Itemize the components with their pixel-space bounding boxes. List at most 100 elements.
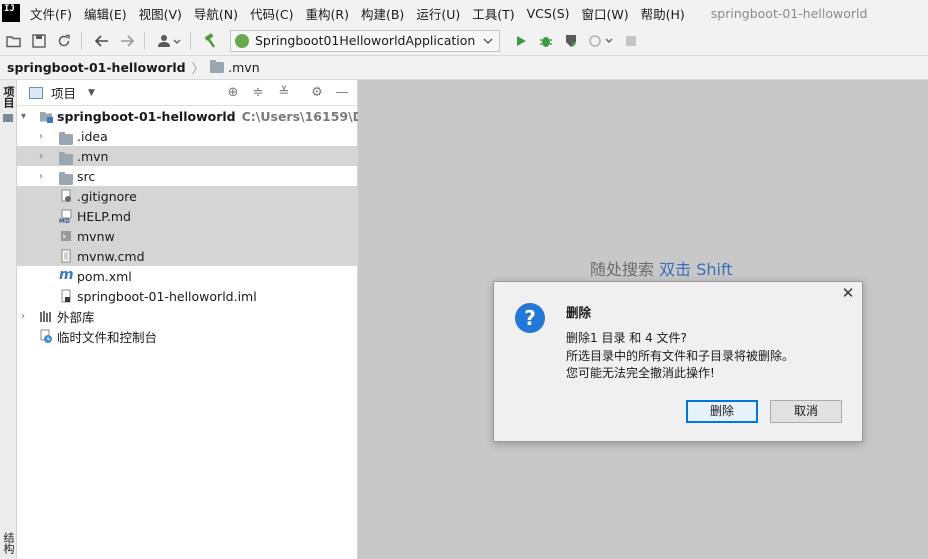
menu-tools[interactable]: 工具(T) [472,4,514,23]
project-tab-icon [3,114,13,122]
menu-file[interactable]: 文件(F) [30,4,72,23]
project-panel: 项目 ▼ ⊕ ≑ ≚ ⚙ — ▾ springboot-01-helloworl… [17,80,402,559]
menu-view[interactable]: 视图(V) [139,4,182,23]
folder-icon [59,169,73,185]
dialog-message-line-2: 所选目录中的所有文件和子目录将被删除。 [566,349,795,363]
minimize-icon[interactable]: — [334,85,350,101]
hint-text: 随处搜索 [590,260,655,279]
menu-run[interactable]: 运行(U) [416,4,460,23]
profile-icon[interactable] [585,30,617,52]
tab-project[interactable]: 项目 [1,86,15,108]
locate-icon[interactable]: ⊕ [225,85,241,101]
forward-icon[interactable] [116,30,138,52]
tree-row-mvnw[interactable]: mvnw [17,226,357,246]
chevron-right-icon[interactable]: › [21,311,25,322]
run-configuration-label: Springboot01HelloworldApplication [255,33,476,48]
chevron-down-icon[interactable]: ▾ [21,111,26,122]
run-icon[interactable] [510,30,532,52]
menu-window[interactable]: 窗口(W) [582,4,629,23]
tree-label: pom.xml [77,268,132,284]
menu-build[interactable]: 构建(B) [361,4,404,23]
menu-help[interactable]: 帮助(H) [641,4,685,23]
tree-row-gitignore[interactable]: .gitignore [17,186,357,206]
tree-row-module[interactable]: ▾ springboot-01-helloworld C:\Users\16159… [17,106,402,126]
menu-refactor[interactable]: 重构(R) [306,4,349,23]
spring-boot-icon [235,33,249,48]
text-file-icon [59,249,73,263]
tree-row-scratches[interactable]: 临时文件和控制台 [17,326,357,346]
menu-navigate[interactable]: 导航(N) [194,4,238,23]
gear-icon[interactable]: ⚙ [309,85,325,101]
close-icon[interactable]: ✕ [840,285,856,301]
tab-structure[interactable]: 结构 [1,532,15,554]
iml-file-icon [59,289,73,303]
tree-label: springboot-01-helloworld [57,108,236,124]
tree-label: .mvn [77,148,109,164]
delete-dialog: ✕ ? 删除 删除1 目录 和 4 文件? 所选目录中的所有文件和子目录将被删除… [493,281,863,442]
tree-row-help-md[interactable]: MD HELP.md [17,206,357,226]
tree-row-pom[interactable]: m pom.xml [17,266,357,286]
left-tool-strip: 项目 结构 [0,80,17,559]
chevron-down-icon[interactable]: ▼ [88,88,95,98]
maven-icon: m [59,267,74,283]
breadcrumb-folder[interactable]: .mvn [228,60,259,75]
tree-label: mvnw [77,228,115,244]
tree-label: .gitignore [77,188,137,204]
menu-bar: IJ 文件(F) 编辑(E) 视图(V) 导航(N) 代码(C) 重构(R) 构… [0,0,928,26]
coverage-icon[interactable] [560,30,582,52]
svg-text:MD: MD [59,218,70,223]
tree-label: 外部库 [57,309,95,325]
main-toolbar: Springboot01HelloworldApplication [0,26,928,56]
cancel-button[interactable]: 取消 [770,400,842,423]
tree-row-idea[interactable]: › .idea [17,126,357,146]
folder-icon [210,60,225,73]
chevron-down-icon [483,38,493,44]
collapse-all-icon[interactable]: ≚ [276,85,292,101]
save-icon[interactable] [28,30,50,52]
sync-icon[interactable] [53,30,75,52]
dialog-title: 删除 [566,305,592,320]
tree-row-mvn[interactable]: › .mvn [17,146,357,166]
chevron-right-icon[interactable]: › [39,131,43,142]
gitignore-file-icon [59,189,73,203]
back-icon[interactable] [91,30,113,52]
tree-label: HELP.md [77,208,131,224]
user-icon[interactable] [154,30,184,52]
toolbar-separator [190,31,191,50]
project-panel-title[interactable]: 项目 [51,83,76,102]
module-folder-icon [39,109,53,123]
script-file-icon [59,229,73,243]
markdown-file-icon: MD [59,209,73,225]
open-folder-icon[interactable] [3,30,25,52]
breadcrumb: springboot-01-helloworld 〉 .mvn [0,56,928,80]
intellij-logo-icon: IJ [2,4,20,22]
tree-row-src[interactable]: › src [17,166,357,186]
tree-label: mvnw.cmd [77,248,145,264]
debug-icon[interactable] [535,30,557,52]
library-icon [39,309,53,323]
scratch-console-icon [39,329,53,343]
expand-all-icon[interactable]: ≑ [250,85,266,101]
build-hammer-icon[interactable] [200,30,222,52]
hint-shortcut: 双击 Shift [659,260,733,279]
dialog-message-line-1: 删除1 目录 和 4 文件? [566,331,687,345]
menu-code[interactable]: 代码(C) [250,4,293,23]
stop-icon[interactable] [620,30,642,52]
chevron-right-icon[interactable]: › [39,151,43,162]
breadcrumb-separator: 〉 [191,61,205,76]
chevron-right-icon[interactable]: › [39,171,43,182]
breadcrumb-project[interactable]: springboot-01-helloworld [7,60,186,75]
tree-label: .idea [77,128,108,144]
delete-button[interactable]: 删除 [686,400,758,423]
tree-row-external-libraries[interactable]: › 外部库 [17,306,357,326]
search-everywhere-hint: 随处搜索 双击 Shift [590,256,733,280]
menu-vcs[interactable]: VCS(S) [527,6,570,21]
menu-edit[interactable]: 编辑(E) [84,4,127,23]
tree-row-mvnw-cmd[interactable]: mvnw.cmd [17,246,357,266]
project-panel-header: 项目 ▼ ⊕ ≑ ≚ ⚙ — [17,80,357,106]
dialog-message-line-3: 您可能无法完全撤消此操作! [566,366,715,380]
folder-icon [59,149,73,165]
tree-row-iml[interactable]: springboot-01-helloworld.iml [17,286,357,306]
toolbar-separator [144,31,145,50]
run-configuration-selector[interactable]: Springboot01HelloworldApplication [230,29,501,52]
